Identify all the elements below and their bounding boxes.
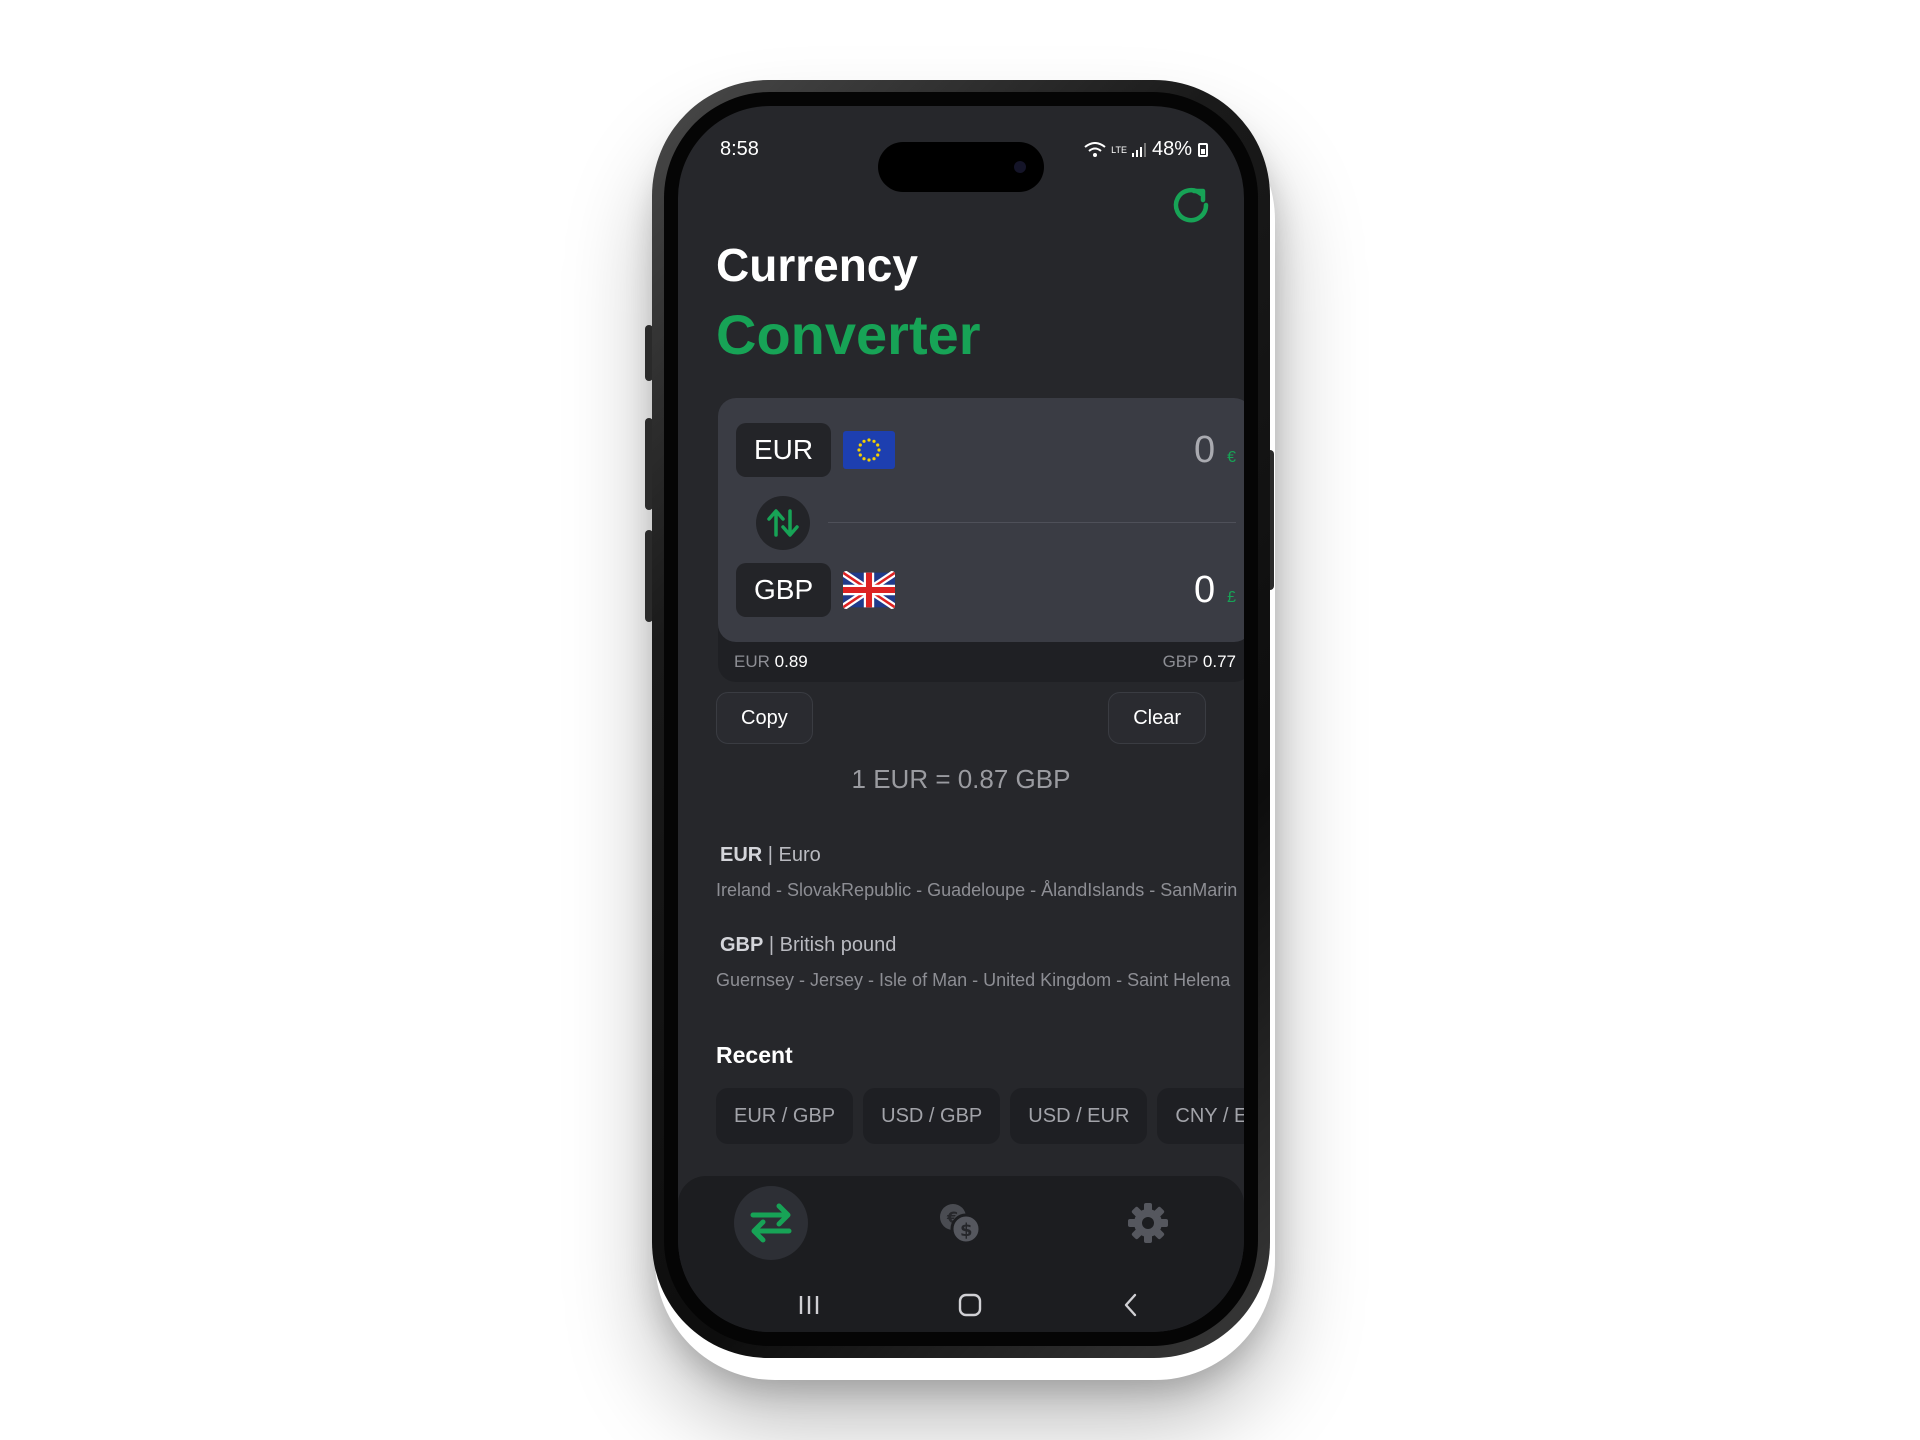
recent-apps-button[interactable]: [796, 1292, 822, 1323]
converter-panel: EUR 0 € GBP 0 £: [718, 398, 1244, 642]
to-currency-row: GBP 0 £: [736, 562, 1236, 618]
gear-icon: [1128, 1203, 1168, 1243]
dynamic-island: [878, 142, 1044, 192]
to-currency-selector[interactable]: GBP: [736, 563, 832, 617]
copy-button[interactable]: Copy: [716, 692, 813, 744]
wifi-icon: [1084, 141, 1106, 157]
bottom-tab-bar: € $: [678, 1176, 1244, 1276]
svg-text:$: $: [960, 1220, 973, 1241]
currency-name: | Euro: [767, 844, 821, 866]
recent-pair-chip[interactable]: USD / EUR: [1010, 1088, 1148, 1144]
to-currency-symbol: £: [1227, 588, 1236, 606]
currency-info-title-gbp: GBP | British pound: [720, 934, 896, 957]
from-currency-symbol: €: [1227, 448, 1236, 466]
from-rate-code: EUR: [734, 652, 770, 671]
eu-flag-icon: [843, 431, 896, 469]
page-title: Currency: [716, 239, 918, 291]
page-title-accent: Converter: [716, 303, 981, 366]
to-rate: GBP 0.77: [1163, 652, 1236, 672]
network-type-label: LTE: [1111, 144, 1127, 155]
battery-icon: [1198, 142, 1208, 157]
tab-convert[interactable]: [734, 1186, 808, 1260]
from-amount-value: 0: [1193, 428, 1216, 471]
camera-icon: [1014, 161, 1026, 173]
from-currency-selector[interactable]: EUR: [736, 423, 832, 477]
coins-icon: € $: [940, 1204, 982, 1245]
uk-flag-icon: [843, 571, 896, 609]
currency-info-title-eur: EUR | Euro: [720, 844, 821, 867]
converter-divider: [828, 522, 1236, 523]
recent-pair-chip[interactable]: EUR / GBP: [716, 1088, 854, 1144]
phone-frame: 8:58 LTE 48% Currency Converter EUR 0 € …: [652, 80, 1270, 1358]
from-amount-input[interactable]: 0 €: [1194, 429, 1236, 472]
converter-card: EUR 0 € GBP 0 £ EUR 0.89 GBP 0.77: [718, 398, 1244, 682]
currency-code: EUR: [720, 844, 763, 866]
status-indicators: LTE 48%: [1084, 138, 1208, 161]
refresh-button[interactable]: [1168, 182, 1214, 228]
tab-currencies[interactable]: € $: [923, 1186, 997, 1260]
exchange-rate-text: 1 EUR = 0.87 GBP: [851, 764, 1071, 794]
status-bar: 8:58 LTE 48%: [678, 128, 1244, 192]
tab-settings[interactable]: [1111, 1186, 1185, 1260]
app-screen: 8:58 LTE 48% Currency Converter EUR 0 € …: [678, 106, 1244, 1332]
to-rate-code: GBP: [1162, 652, 1199, 671]
phone-bezel: 8:58 LTE 48% Currency Converter EUR 0 € …: [664, 92, 1258, 1346]
system-nav-bar: [678, 1276, 1244, 1332]
to-amount-output: 0 £: [1194, 569, 1236, 612]
from-currency-row: EUR 0 €: [736, 422, 1236, 478]
currency-name: | British pound: [768, 934, 897, 956]
swap-vertical-icon: [767, 509, 799, 537]
recent-pair-chip[interactable]: USD / GBP: [863, 1088, 1001, 1144]
swap-arrows-icon: [750, 1203, 792, 1243]
currency-countries-eur: Ireland - SlovakRepublic - Guadeloupe - …: [716, 880, 1238, 900]
from-rate: EUR 0.89: [734, 652, 808, 672]
from-rate-value: 0.89: [774, 652, 808, 671]
currency-code: GBP: [720, 934, 764, 956]
home-button[interactable]: [957, 1292, 983, 1323]
status-time: 8:58: [720, 138, 759, 160]
battery-percent: 48%: [1151, 138, 1192, 160]
recent-pairs-list: EUR / GBP USD / GBP USD / EUR CNY / EUR: [716, 1088, 1244, 1144]
cell-signal-icon: [1131, 142, 1146, 157]
recent-section-title: Recent: [716, 1042, 793, 1068]
refresh-icon: [1173, 188, 1209, 223]
recent-pair-chip[interactable]: CNY / EUR: [1157, 1088, 1244, 1144]
home-icon: [958, 1293, 982, 1317]
back-icon: [1124, 1293, 1137, 1317]
recent-apps-icon: [799, 1296, 819, 1314]
clear-button[interactable]: Clear: [1108, 692, 1206, 744]
to-amount-value: 0: [1193, 568, 1216, 611]
swap-currencies-button[interactable]: [756, 496, 810, 550]
to-rate-value: 0.77: [1202, 652, 1236, 671]
back-button[interactable]: [1118, 1292, 1144, 1323]
signal-icons: LTE: [1084, 141, 1146, 158]
currency-countries-gbp: Guernsey - Jersey - Isle of Man - United…: [716, 970, 1231, 990]
